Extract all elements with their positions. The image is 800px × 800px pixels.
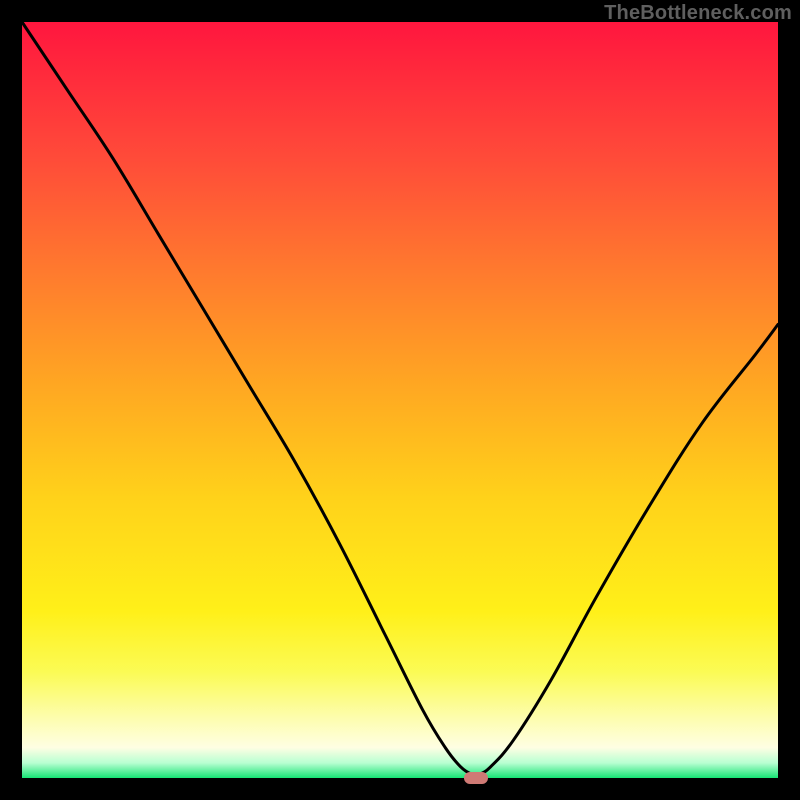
optimal-marker — [464, 772, 488, 784]
plot-area — [22, 22, 778, 778]
bottleneck-curve — [22, 22, 778, 778]
watermark-text: TheBottleneck.com — [604, 2, 792, 25]
curve-path — [22, 22, 778, 775]
chart-frame: TheBottleneck.com — [0, 0, 800, 800]
